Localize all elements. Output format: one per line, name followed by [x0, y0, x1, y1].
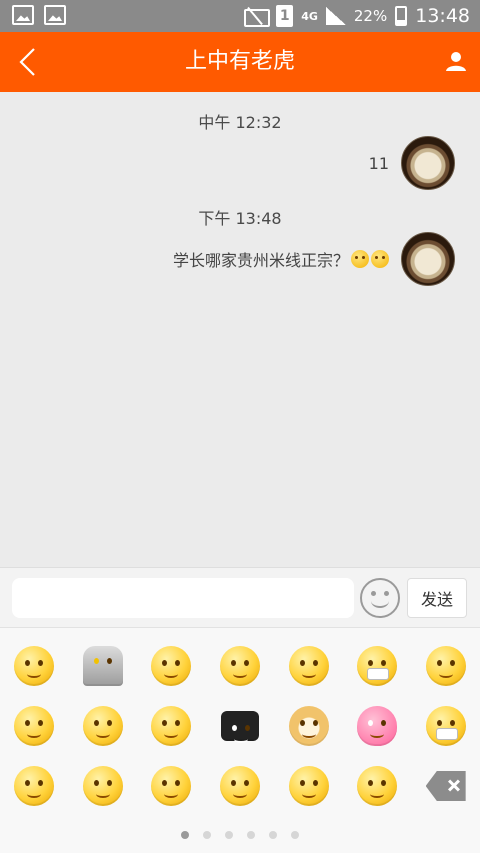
- emoji-cell[interactable]: [206, 696, 275, 756]
- speechless-sweat-emoji-icon: [219, 766, 260, 806]
- sad-emoji-icon: [219, 646, 260, 686]
- page-dot[interactable]: [225, 831, 233, 839]
- message-body: 学长哪家贵州米线正宗？: [172, 251, 349, 270]
- page-dot[interactable]: [291, 831, 299, 839]
- message-list[interactable]: 中午 12:32 11 下午 13:48 学长哪家贵州米线正宗？: [0, 92, 480, 567]
- avatar[interactable]: [401, 136, 455, 190]
- message-input[interactable]: [12, 578, 354, 618]
- slap-emoji-icon: [151, 706, 192, 746]
- page-dot[interactable]: [247, 831, 255, 839]
- emoji-cell[interactable]: [274, 756, 343, 816]
- battery-icon: [395, 6, 408, 26]
- emoji-cell[interactable]: [274, 696, 343, 756]
- emoji-cell[interactable]: [0, 636, 69, 696]
- emoji-cell[interactable]: [69, 636, 138, 696]
- app-bar: 上中有老虎: [0, 32, 480, 92]
- back-button[interactable]: [14, 46, 46, 78]
- emoji-cell[interactable]: [343, 756, 412, 816]
- ultraman-emoji-icon: [82, 646, 123, 686]
- tongue-emoji-icon: [425, 646, 466, 686]
- chat-title: 上中有老虎: [184, 49, 295, 74]
- shocked-sweat-emoji-icon: [14, 706, 55, 746]
- 10t-tag-emoji-icon: [220, 711, 259, 743]
- message-row: 学长哪家贵州米线正宗？: [173, 232, 455, 286]
- emoji-cell[interactable]: [411, 636, 480, 696]
- image-notification-icon: [12, 5, 34, 25]
- emoji-cell[interactable]: [137, 636, 206, 696]
- emoji-cell[interactable]: [0, 756, 69, 816]
- emoji-grid: [0, 636, 480, 816]
- emoji-cell[interactable]: [69, 756, 138, 816]
- emoji-cell[interactable]: [137, 756, 206, 816]
- emoji-cell[interactable]: [274, 636, 343, 696]
- emoji-panel: [0, 627, 480, 853]
- timestamp: 下午 13:48: [198, 209, 282, 228]
- gallery-notification-icon: [44, 5, 66, 25]
- signal-icon: [325, 7, 346, 25]
- emoji-cell[interactable]: [137, 696, 206, 756]
- fist-emoji-icon: [288, 646, 329, 686]
- input-bar: 发送: [0, 567, 480, 627]
- page-dot[interactable]: [181, 831, 189, 839]
- pink-pill-emoji-icon: [357, 706, 398, 746]
- blush-emoji-icon: [151, 766, 192, 806]
- chevron-left-icon: [19, 48, 35, 76]
- delete-button[interactable]: [411, 756, 480, 816]
- send-button[interactable]: 发送: [407, 578, 467, 618]
- cat-emoji-icon: [371, 250, 389, 268]
- emoji-cell[interactable]: [0, 696, 69, 756]
- emoji-cell[interactable]: [343, 636, 412, 696]
- emoji-cell[interactable]: [69, 696, 138, 756]
- yawn-emoji-icon: [82, 706, 123, 746]
- profile-button[interactable]: [444, 50, 468, 74]
- emoji-cell[interactable]: [206, 636, 275, 696]
- blush-emoji-icon: [351, 250, 369, 268]
- laugh-emoji-icon: [82, 766, 123, 806]
- kiss-heart-emoji-icon: [14, 646, 55, 686]
- emoji-cell[interactable]: [206, 756, 275, 816]
- mask-emoji-icon: [425, 706, 466, 746]
- message-text[interactable]: 学长哪家贵州米线正宗？: [173, 247, 389, 271]
- message-body: 11: [368, 153, 389, 173]
- smile-emoji-icon: [288, 766, 329, 806]
- network-type: 4G: [301, 9, 318, 23]
- page-dot[interactable]: [203, 831, 211, 839]
- praying-emoji-icon: [14, 766, 55, 806]
- meh-emoji-icon: [357, 766, 398, 806]
- clock: 13:48: [415, 5, 470, 27]
- timestamp: 中午 12:32: [198, 113, 282, 132]
- message-text[interactable]: 11: [369, 154, 389, 173]
- page-indicator: [0, 831, 480, 839]
- battery-percent: 22%: [353, 7, 388, 25]
- sim-slot-icon: 1: [276, 5, 294, 27]
- status-indicators: 1 4G 22% 13:48: [242, 0, 470, 32]
- person-icon: [446, 52, 466, 71]
- status-notifications: [12, 5, 66, 25]
- sealed-mouth-emoji-icon: [357, 646, 398, 686]
- emoji-cell[interactable]: [343, 696, 412, 756]
- emoji-cell[interactable]: [411, 696, 480, 756]
- mute-icon: [242, 7, 271, 27]
- doge-emoji-icon: [288, 706, 329, 746]
- message-row: 11: [369, 136, 455, 190]
- status-bar: 1 4G 22% 13:48: [0, 0, 480, 32]
- page-dot[interactable]: [269, 831, 277, 839]
- avatar[interactable]: [401, 232, 455, 286]
- thinking-emoji-icon: [151, 646, 192, 686]
- smiley-icon[interactable]: [360, 578, 400, 618]
- delete-key-icon: [425, 771, 466, 801]
